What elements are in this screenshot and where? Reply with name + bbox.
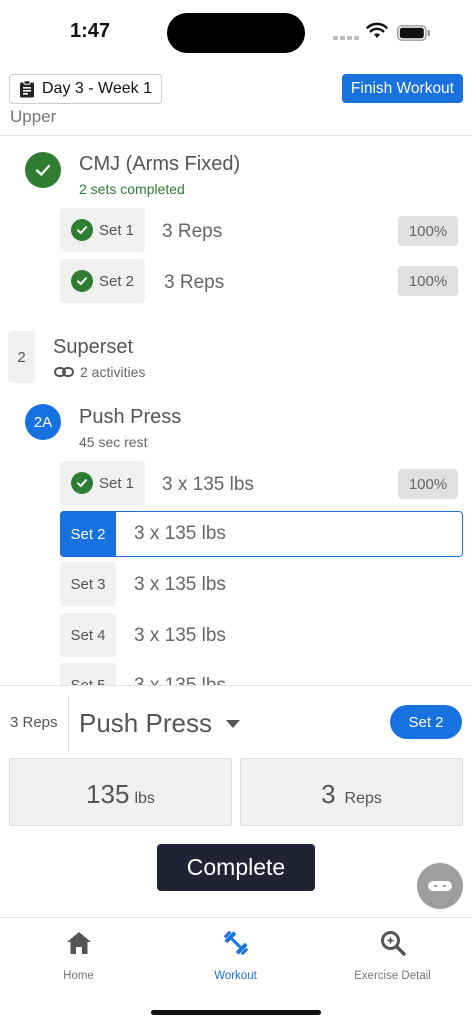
caret-down-icon <box>225 719 240 728</box>
active-set-row[interactable]: Set 2 3 x 135 lbs <box>60 511 463 557</box>
signal-icon <box>333 36 359 40</box>
set-percent-badge: 100% <box>398 216 458 246</box>
link-icon <box>54 367 74 377</box>
chat-bot-button[interactable] <box>417 863 463 909</box>
set-percent-badge: 100% <box>398 469 458 499</box>
clipboard-icon <box>20 80 34 98</box>
exercise-dropdown[interactable]: Push Press <box>79 708 240 739</box>
battery-icon <box>397 25 430 41</box>
target-reps-label: 3 Reps <box>10 714 58 731</box>
set-chip[interactable]: Set 4 <box>60 613 116 657</box>
superset-activities: 2 activities <box>54 364 145 380</box>
set-value: 3 Reps <box>162 221 223 242</box>
tab-label: Exercise Detail <box>354 970 431 982</box>
exercise-title[interactable]: Push Press <box>79 406 181 429</box>
workout-header: Day 3 - Week 1 Upper Finish Workout <box>0 64 472 136</box>
status-bar: 1:47 <box>0 0 472 64</box>
set-label: Set 1 <box>98 221 135 239</box>
set-value: 3 x 135 lbs <box>134 523 226 544</box>
set-chip-active[interactable]: Set 2 <box>60 511 116 557</box>
set-value: 3 x 135 lbs <box>134 574 226 595</box>
exercise-title[interactable]: CMJ (Arms Fixed) <box>79 153 240 176</box>
day-selector[interactable]: Day 3 - Week 1 <box>9 74 162 104</box>
reps-value: 3 <box>321 779 336 809</box>
current-set-pill[interactable]: Set 2 <box>390 705 462 739</box>
dynamic-island <box>167 13 305 53</box>
tab-home[interactable]: Home <box>0 928 157 982</box>
superset-title[interactable]: Superset <box>53 336 133 359</box>
check-icon <box>70 270 93 292</box>
rest-time: 45 sec rest <box>79 434 148 450</box>
search-icon <box>380 931 406 956</box>
check-icon <box>70 219 93 241</box>
exercise-progress: 2 sets completed <box>79 181 185 197</box>
tab-workout[interactable]: Workout <box>157 928 314 982</box>
weight-value: 135 <box>86 779 130 809</box>
set-value: 3 Reps <box>164 272 225 293</box>
workout-subtitle: Upper <box>10 107 57 126</box>
tab-label: Home <box>63 970 94 982</box>
set-chip[interactable]: Set 3 <box>60 562 116 606</box>
set-label: Set 2 <box>98 272 135 290</box>
exercise-dropdown-value: Push Press <box>79 708 212 738</box>
set-input-panel: 3 Reps Push Press Set 2 135 lbs 3 Reps C… <box>0 685 472 917</box>
tab-bar: Home Workout Exercise Detail <box>0 917 472 1024</box>
wifi-icon <box>366 22 388 38</box>
set-percent-badge: 100% <box>398 266 458 296</box>
weight-input[interactable]: 135 lbs <box>9 758 232 826</box>
set-value: 3 x 135 lbs <box>162 474 254 495</box>
activities-count: 2 activities <box>80 364 146 380</box>
exercise-list[interactable]: CMJ (Arms Fixed) 2 sets completed Set 1 … <box>0 137 472 685</box>
set-chip[interactable]: Set 1 <box>60 461 145 505</box>
set-chip[interactable]: Set 1 <box>60 208 145 252</box>
superset-number: 2 <box>8 331 35 383</box>
exercise-badge: 2A <box>25 404 61 440</box>
weight-unit: lbs <box>134 790 155 807</box>
check-icon <box>70 472 93 494</box>
set-label: Set 1 <box>98 474 135 492</box>
reps-unit: Reps <box>344 790 382 807</box>
home-icon <box>66 932 91 954</box>
home-indicator <box>151 1010 321 1015</box>
finish-workout-button[interactable]: Finish Workout <box>341 74 463 103</box>
tab-exercise-detail[interactable]: Exercise Detail <box>314 928 471 982</box>
tab-label: Workout <box>214 970 257 982</box>
set-value: 3 x 135 lbs <box>134 625 226 646</box>
set-value: 3 x 135 lbs <box>134 675 226 685</box>
panel-divider <box>68 696 69 752</box>
bot-icon <box>428 881 452 891</box>
dumbbell-icon <box>223 931 248 955</box>
complete-button[interactable]: Complete <box>157 844 315 891</box>
day-label: Day 3 - Week 1 <box>42 80 152 97</box>
set-chip[interactable]: Set 5 <box>60 663 116 685</box>
reps-input[interactable]: 3 Reps <box>240 758 463 826</box>
completed-check-icon <box>25 152 61 188</box>
status-time: 1:47 <box>70 20 111 42</box>
set-chip[interactable]: Set 2 <box>60 259 145 303</box>
